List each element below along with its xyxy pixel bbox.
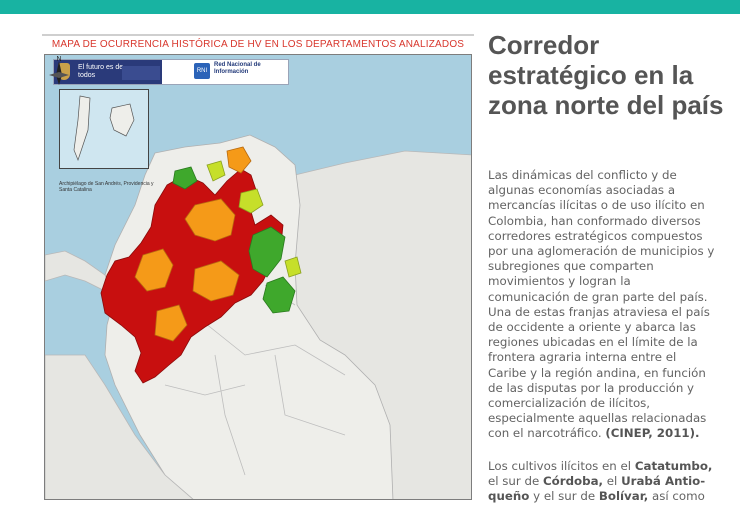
inset-map-san-andres [59,89,149,169]
p2-mid3: y el sur de [529,489,599,504]
p2-prefix: Los cultivos ilícitos en el [488,459,635,473]
logo-strip: El futuro es de todos RNI Red Nacional d… [53,59,289,85]
p2-mid2: el [603,474,622,489]
inset-caption: Archipiélago de San Andrés, Providencia … [59,181,154,193]
top-banner [0,0,740,14]
compass-north-label: N [56,56,61,63]
compass-rose-icon: N [49,56,69,85]
p2-bolivar: Bolívar, [598,489,649,504]
rni-name: Red Nacional de Información [214,62,261,75]
article-heading: Corredor estratégico en la zona norte de… [488,30,724,120]
p2-cordoba: Córdoba, [543,474,604,489]
article-paragraph-1: Las dinámicas del conflicto y de algunas… [488,168,716,442]
map-panel: MAPA DE OCURRENCIA HISTÓRICA DE HV EN LO… [42,34,474,500]
p2-tail: así como [648,489,705,504]
paragraph-1-text: Las dinámicas del conflicto y de algunas… [488,168,715,441]
p2-mid1: el sur de [488,474,544,489]
ministry-logo [122,66,160,80]
rni-mark-icon: RNI [194,63,210,79]
p2-catatumbo: Catatumbo, [634,459,713,473]
citation: (CINEP, 2011). [605,426,700,441]
rni-logo: RNI Red Nacional de Información [194,62,288,82]
map-title: MAPA DE OCURRENCIA HISTÓRICA DE HV EN LO… [42,34,474,52]
map-frame: El futuro es de todos RNI Red Nacional d… [44,54,472,500]
logo-slogan: El futuro es de todos [78,64,124,79]
article-paragraph-2: Los cultivos ilícitos en el Catatumbo, e… [488,459,716,505]
